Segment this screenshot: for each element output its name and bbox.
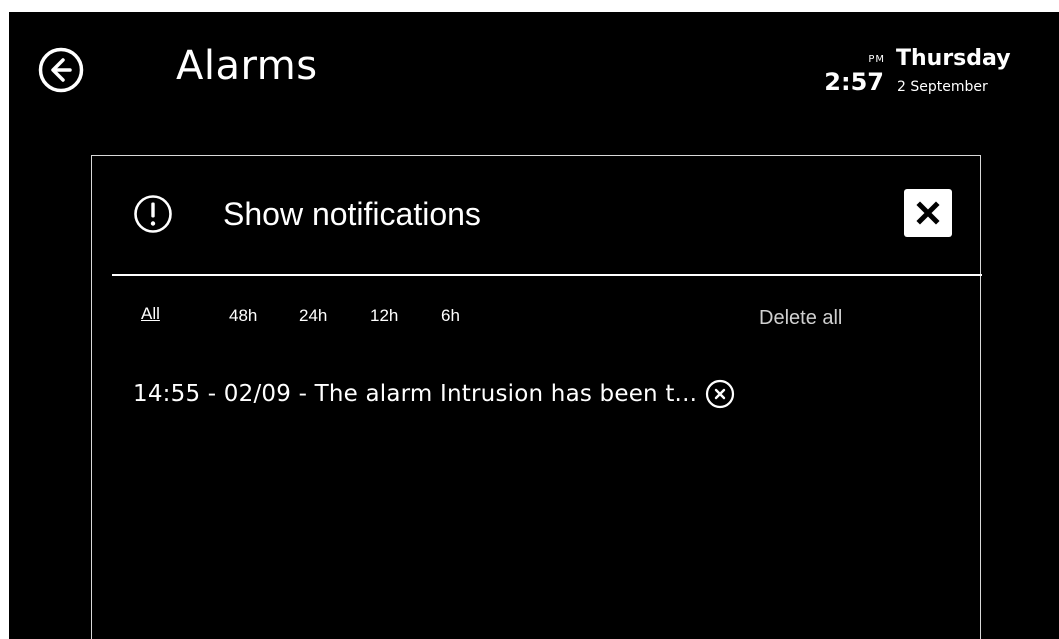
clock-ampm: PM — [868, 54, 885, 65]
panel-header: Show notifications — [92, 156, 982, 275]
close-x-icon — [916, 201, 940, 225]
notification-text: 14:55 - 02/09 - The alarm Intrusion has … — [133, 381, 698, 407]
filter-all[interactable]: All — [141, 304, 160, 324]
dismiss-circle-x-icon[interactable] — [705, 379, 735, 409]
notification-item: 14:55 - 02/09 - The alarm Intrusion has … — [133, 378, 735, 410]
notifications-panel: Show notifications All 48h 24h 12h 6h De… — [91, 155, 982, 639]
clock-date: 2 September — [897, 79, 988, 95]
clock-time: 2:57 — [824, 68, 884, 96]
alarms-screen: Alarms PM 2:57 Thursday 2 September Show… — [9, 12, 1059, 639]
filter-12h[interactable]: 12h — [370, 306, 398, 326]
panel-title: Show notifications — [223, 196, 481, 232]
panel-divider — [112, 274, 982, 276]
filter-48h[interactable]: 48h — [229, 306, 257, 326]
filter-24h[interactable]: 24h — [299, 306, 327, 326]
page-title: Alarms — [176, 43, 318, 89]
back-button[interactable] — [38, 47, 84, 93]
delete-all-button[interactable]: Delete all — [759, 307, 842, 329]
close-button[interactable] — [904, 189, 952, 237]
filter-6h[interactable]: 6h — [441, 306, 460, 326]
arrow-left-circle-icon — [38, 47, 84, 93]
time-filter-bar: All 48h 24h 12h 6h Delete all — [92, 296, 982, 329]
clock-day: Thursday — [896, 46, 1011, 71]
exclamation-circle-icon — [133, 194, 173, 234]
